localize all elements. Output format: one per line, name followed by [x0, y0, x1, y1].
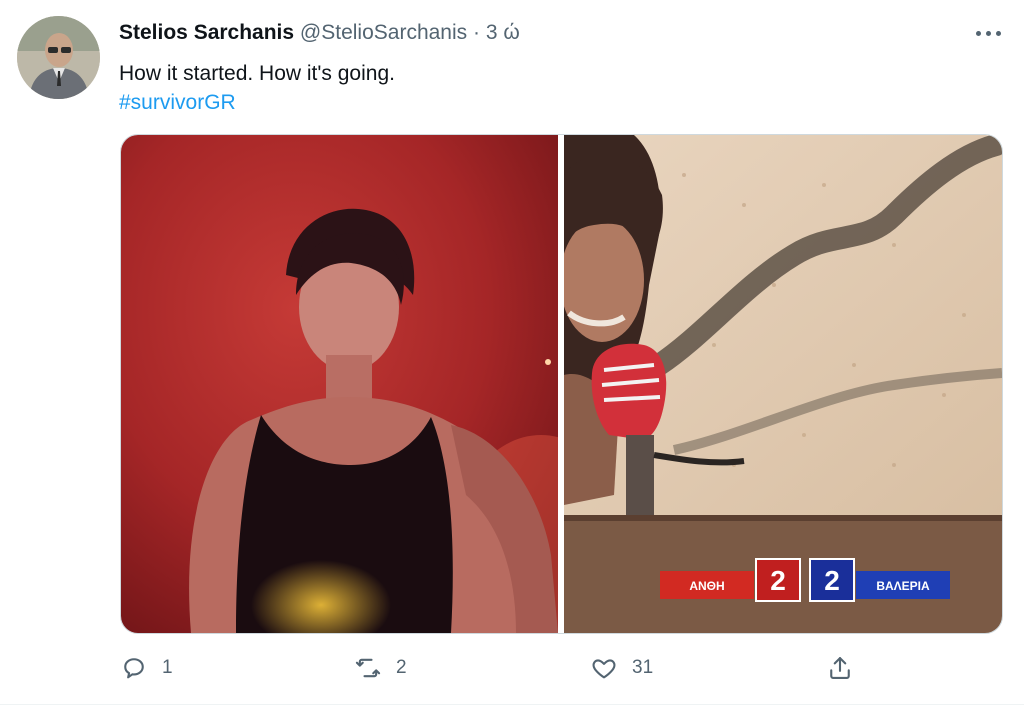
like-count: 31	[632, 657, 654, 678]
left-score: 2	[770, 565, 786, 596]
retweet-icon	[355, 658, 381, 678]
share-button[interactable]	[826, 648, 868, 688]
retweet-count: 2	[396, 657, 407, 678]
like-icon	[592, 659, 616, 679]
reply-count: 1	[162, 657, 173, 678]
retweet-button[interactable]: 2	[354, 648, 407, 688]
reply-button[interactable]: 1	[120, 648, 173, 688]
tweet-header: Stelios Sarchanis @StelioSarchanis · 3 ώ	[119, 20, 520, 46]
right-team-name: ΒΑΛΕΡΙΑ	[876, 579, 930, 593]
more-dot	[995, 30, 1001, 36]
media-image-left[interactable]	[121, 135, 558, 633]
avatar[interactable]	[17, 16, 100, 99]
more-dot	[985, 30, 991, 36]
separator-dot: ·	[473, 21, 480, 44]
hashtag-link[interactable]: #survivorGR	[119, 89, 236, 117]
author-name[interactable]: Stelios Sarchanis	[119, 21, 294, 44]
action-bar: 1 2 31	[0, 648, 1024, 688]
tweet-text: How it started. How it's going.	[119, 62, 395, 85]
left-team-name: ΑΝΘΗ	[689, 579, 724, 593]
right-score: 2	[824, 565, 840, 596]
reply-icon	[124, 658, 144, 679]
media-image-right[interactable]: ΑΝΘΗ 2 2 ΒΑΛΕΡΙΑ	[564, 135, 1002, 633]
author-handle[interactable]: @StelioSarchanis	[300, 21, 467, 44]
more-icon[interactable]	[968, 18, 1008, 48]
tweet-card: Stelios Sarchanis @StelioSarchanis · 3 ώ…	[0, 0, 1024, 711]
timestamp[interactable]: 3 ώ	[486, 21, 520, 44]
divider	[0, 704, 1024, 705]
like-button[interactable]: 31	[590, 648, 653, 688]
more-dot	[975, 30, 981, 36]
share-icon	[830, 657, 850, 679]
media-grid: ΑΝΘΗ 2 2 ΒΑΛΕΡΙΑ	[120, 134, 1003, 634]
